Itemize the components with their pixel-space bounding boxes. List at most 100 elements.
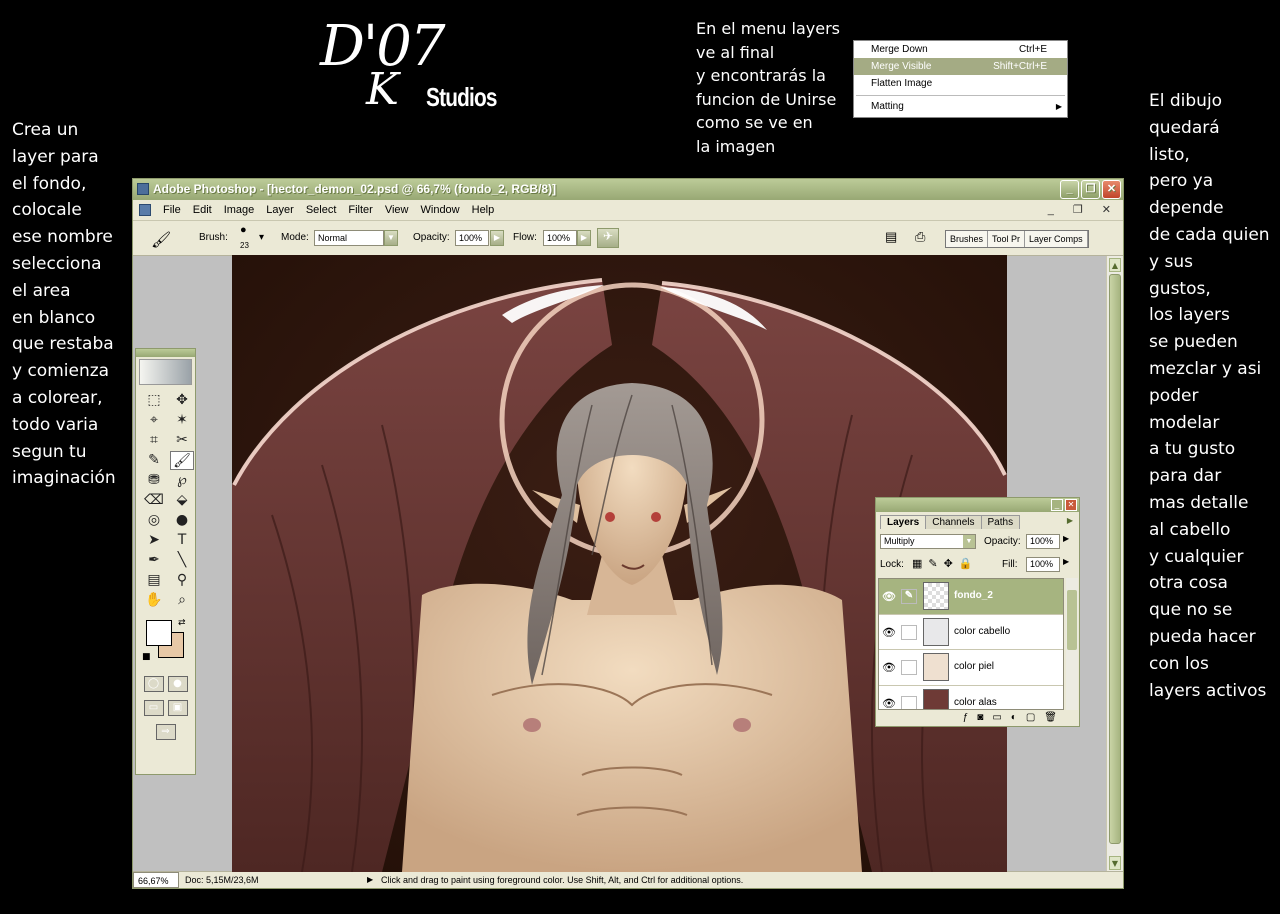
link-toggle[interactable] [901, 660, 917, 675]
maximize-button[interactable]: ❐ [1081, 180, 1100, 199]
scroll-up-icon[interactable]: ▲ [1109, 258, 1121, 272]
jump-to-imageready-icon[interactable]: ⇒ [155, 724, 176, 740]
scroll-thumb[interactable] [1109, 274, 1121, 844]
layer-list-scrollbar[interactable] [1066, 578, 1078, 710]
layers-palette-header[interactable]: _ ✕ [876, 498, 1079, 512]
pen-tool-icon[interactable]: ✒ [142, 551, 166, 570]
opacity-field[interactable]: 100% [455, 230, 489, 246]
visibility-eye-icon[interactable]: 👁 [882, 697, 896, 710]
menu-filter[interactable]: Filter [342, 200, 378, 220]
move-tool-icon[interactable]: ✥ [170, 391, 194, 410]
vertical-scrollbar[interactable]: ▲ ▼ [1106, 256, 1123, 872]
history-brush-tool-icon[interactable]: ℘ [170, 471, 194, 490]
type-tool-icon[interactable]: T [170, 531, 194, 550]
layer-mask-icon[interactable]: ◙ [977, 710, 983, 726]
palette-well-icon[interactable]: ⎙ [915, 229, 925, 245]
link-toggle[interactable] [901, 624, 917, 640]
tab-layers[interactable]: Layers [880, 515, 927, 529]
layer-opacity-slider-icon[interactable]: ▶ [1063, 534, 1069, 543]
delete-layer-icon[interactable]: 🗑 [1044, 710, 1057, 726]
flow-field[interactable]: 100% [543, 230, 577, 246]
brush-tool-button-icon[interactable]: 🖌 [170, 451, 194, 470]
lasso-tool-icon[interactable]: ⌖ [142, 411, 166, 430]
mode-dropdown-icon[interactable]: ▼ [384, 230, 398, 246]
default-colors-icon[interactable]: ■ [142, 652, 151, 662]
magic-wand-tool-icon[interactable]: ✶ [170, 411, 194, 430]
quick-mask-mode-icon[interactable]: ● [167, 676, 188, 692]
opacity-slider-icon[interactable]: ▶ [490, 230, 504, 246]
zoom-field[interactable]: 66,67% [133, 872, 179, 888]
slice-tool-icon[interactable]: ✂ [170, 431, 194, 450]
brush-dropdown-icon[interactable]: ▾ [259, 232, 264, 243]
visibility-eye-icon[interactable]: 👁 [882, 626, 896, 639]
scroll-down-icon[interactable]: ▼ [1109, 856, 1121, 870]
tab-paths[interactable]: Paths [980, 515, 1021, 529]
menu-image[interactable]: Image [218, 200, 261, 220]
tab-layer-comps[interactable]: Layer Comps [1025, 231, 1088, 247]
link-toggle[interactable] [901, 695, 917, 709]
blur-tool-icon[interactable]: ◎ [142, 511, 166, 530]
paint-bucket-tool-icon[interactable]: ⬙ [170, 491, 194, 510]
menu-select[interactable]: Select [300, 200, 343, 220]
crop-tool-icon[interactable]: ⌗ [142, 431, 166, 450]
zoom-tool-icon[interactable]: ⌕ [170, 591, 194, 610]
layer-row-color-piel[interactable]: 👁 color piel [879, 650, 1063, 686]
menu-file[interactable]: File [157, 200, 187, 220]
full-screen-mode-icon[interactable]: ▣ [167, 700, 188, 716]
tab-tool-presets[interactable]: Tool Pr [988, 231, 1026, 247]
brush-tip-icon[interactable]: ● [240, 224, 247, 236]
document-window-controls[interactable]: _ ❐ ✕ [1048, 200, 1119, 220]
layer-row-color-alas[interactable]: 👁 color alas [879, 686, 1063, 710]
swap-colors-icon[interactable]: ⇄ [178, 618, 186, 628]
layer-row-fondo-2[interactable]: 👁 ✎ fondo_2 [879, 579, 1063, 615]
menu-window[interactable]: Window [415, 200, 466, 220]
close-button[interactable]: ✕ [1102, 180, 1121, 199]
blend-dropdown-icon[interactable]: ▼ [963, 535, 975, 548]
tools-palette-header[interactable] [136, 349, 195, 357]
marquee-tool-icon[interactable]: ⬚ [142, 391, 166, 410]
line-tool-icon[interactable]: ╲ [170, 551, 194, 570]
standard-mode-icon[interactable]: ◯ [143, 676, 164, 692]
layer-opacity-field[interactable]: 100% [1026, 534, 1060, 549]
palette-menu-icon[interactable]: ▶ [1067, 516, 1073, 525]
notes-tool-icon[interactable]: ▤ [142, 571, 166, 590]
new-layer-icon[interactable]: ▢ [1026, 710, 1035, 726]
path-selection-tool-icon[interactable]: ➤ [142, 531, 166, 550]
adjustment-layer-icon[interactable]: ◐ [1011, 710, 1017, 726]
file-browser-icon[interactable]: ▤ [885, 229, 897, 245]
layer-row-color-cabello[interactable]: 👁 color cabello [879, 615, 1063, 650]
foreground-color-swatch[interactable] [146, 620, 172, 646]
fill-slider-icon[interactable]: ▶ [1063, 557, 1069, 566]
visibility-eye-icon[interactable]: 👁 [882, 661, 896, 674]
eyedropper-tool-icon[interactable]: ⚲ [170, 571, 194, 590]
adobe-online-feather-icon[interactable] [139, 359, 192, 385]
mode-select[interactable]: Normal [314, 230, 384, 246]
menu-view[interactable]: View [379, 200, 415, 220]
palette-minimize-icon[interactable]: _ [1051, 499, 1063, 511]
menu-item-merge-visible[interactable]: Merge Visible Shift+Ctrl+E [854, 58, 1067, 75]
layer-style-icon[interactable]: ƒ [963, 710, 969, 726]
layer-scroll-thumb[interactable] [1067, 590, 1077, 650]
flow-slider-icon[interactable]: ▶ [577, 230, 591, 246]
tab-brushes[interactable]: Brushes [946, 231, 989, 247]
menu-layer[interactable]: Layer [260, 200, 300, 220]
dodge-tool-icon[interactable]: ● [170, 511, 194, 530]
menu-item-merge-down[interactable]: Merge Down Ctrl+E [854, 41, 1067, 58]
eraser-tool-icon[interactable]: ⌫ [142, 491, 166, 510]
airbrush-icon[interactable]: ✈ [597, 228, 619, 248]
status-menu-icon[interactable]: ▶ [367, 872, 373, 888]
menu-item-matting[interactable]: Matting ▶ [854, 98, 1067, 115]
healing-brush-tool-icon[interactable]: ✎ [142, 451, 166, 470]
menu-help[interactable]: Help [466, 200, 501, 220]
palette-close-icon[interactable]: ✕ [1065, 499, 1077, 511]
brush-tool-icon[interactable]: 🖌 [151, 230, 171, 250]
menu-item-flatten-image[interactable]: Flatten Image [854, 75, 1067, 92]
clone-stamp-tool-icon[interactable]: ⛃ [142, 471, 166, 490]
hand-tool-icon[interactable]: ✋ [142, 591, 166, 610]
screen-mode-icon[interactable]: ▭ [143, 700, 164, 716]
blend-mode-select[interactable]: Multiply ▼ [880, 534, 976, 549]
minimize-button[interactable]: _ [1060, 180, 1079, 199]
lock-options-icons[interactable]: ▦✎✥🔒 [912, 557, 979, 570]
tab-channels[interactable]: Channels [925, 515, 982, 529]
brush-indicator-icon[interactable]: ✎ [901, 589, 917, 604]
